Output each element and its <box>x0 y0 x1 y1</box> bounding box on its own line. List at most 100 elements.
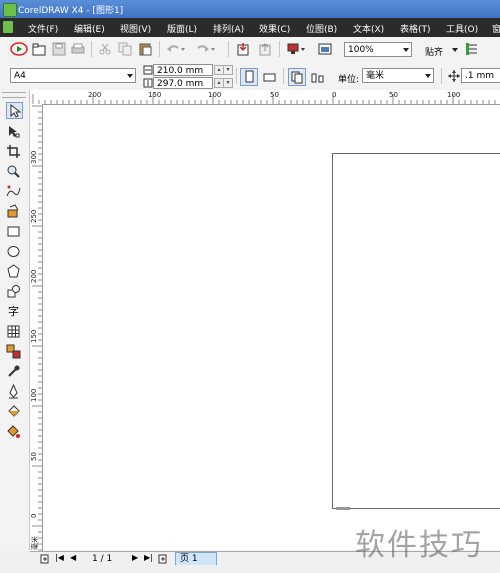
menu-file[interactable]: 文件(F) <box>28 22 58 35</box>
toolbox-grip[interactable] <box>2 92 26 98</box>
new-document-button[interactable] <box>10 40 28 58</box>
ellipse-tool[interactable] <box>6 244 21 259</box>
toolbox: 字 <box>0 90 30 551</box>
page-width-input[interactable]: 210.0 mm <box>153 64 213 76</box>
scissors-icon <box>99 43 111 55</box>
watermark-text: 软件技巧 <box>355 528 483 563</box>
interactive-blend-tool[interactable] <box>6 344 21 359</box>
portrait-button[interactable] <box>240 68 258 86</box>
paste-button[interactable] <box>138 42 152 56</box>
application-launcher-button[interactable] <box>287 42 307 56</box>
interactive-fill-tool[interactable] <box>6 424 21 439</box>
snap-dropdown-icon[interactable] <box>452 48 458 52</box>
menu-tools[interactable]: 工具(O) <box>446 22 478 35</box>
rectangle-tool[interactable] <box>6 224 21 239</box>
export-button[interactable] <box>258 42 272 56</box>
polygon-tool[interactable] <box>6 264 21 279</box>
pick-tool[interactable] <box>6 102 23 119</box>
page-shadow <box>336 507 350 510</box>
menu-text[interactable]: 文本(X) <box>353 22 384 35</box>
first-page-button[interactable]: |◀ <box>55 553 64 562</box>
undo-button[interactable] <box>166 42 186 56</box>
zoom-level-select[interactable]: 100% <box>344 42 412 57</box>
separator <box>91 41 92 57</box>
outline-tool[interactable] <box>6 383 21 399</box>
basic-shapes-tool[interactable] <box>6 284 21 299</box>
printer-icon <box>71 43 85 54</box>
nudge-distance-input[interactable]: .1 mm <box>461 68 500 83</box>
current-page-icon <box>311 73 324 83</box>
ruler-label: 100 <box>208 91 222 99</box>
text-tool[interactable]: 字 <box>6 304 21 319</box>
fill-tool[interactable] <box>6 404 21 419</box>
all-pages-button[interactable] <box>288 68 306 86</box>
title-bar: CorelDRAW X4 - [图形1] <box>0 0 500 18</box>
page-height-spinner-down[interactable]: ▾ <box>223 78 233 88</box>
table-tool[interactable] <box>6 324 21 339</box>
ruler-label: 150 <box>148 91 162 99</box>
crop-tool[interactable] <box>6 144 21 159</box>
freehand-tool[interactable] <box>6 184 21 199</box>
document-icon[interactable] <box>3 21 13 33</box>
cut-button[interactable] <box>98 42 112 56</box>
units-select[interactable]: 毫米 <box>362 68 434 83</box>
open-button[interactable] <box>32 42 46 56</box>
welcome-screen-icon <box>318 43 332 55</box>
text-tool-icon: 字 <box>8 305 19 318</box>
property-bar: A4 210.0 mm ▴ ▾ 297.0 mm ▴ ▾ 单位: 毫米 .1 m… <box>0 62 500 91</box>
next-page-button[interactable]: ▶ <box>132 553 138 562</box>
add-page-before-button[interactable] <box>40 554 50 564</box>
chevron-down-icon <box>127 74 133 78</box>
separator <box>159 41 160 57</box>
options-button[interactable] <box>465 42 479 56</box>
menu-edit[interactable]: 编辑(E) <box>74 22 105 35</box>
paper-type-select[interactable]: A4 <box>10 68 136 83</box>
page-height-input[interactable]: 297.0 mm <box>153 77 213 89</box>
menu-window[interactable]: 窗 <box>492 22 500 35</box>
shape-tool[interactable] <box>6 124 21 139</box>
interactive-fill-icon <box>7 425 20 438</box>
menu-table[interactable]: 表格(T) <box>400 22 431 35</box>
previous-page-button[interactable]: ◀ <box>70 553 76 562</box>
snap-to-label[interactable]: 贴齐 <box>425 45 443 58</box>
menu-arrange[interactable]: 排列(A) <box>213 22 244 35</box>
add-page-after-button[interactable] <box>158 554 168 564</box>
ruler-label: 0 <box>30 513 38 518</box>
menu-layout[interactable]: 版面(L) <box>167 22 197 35</box>
vertical-ruler[interactable]: 300 250 200 150 100 50 0 毫米 <box>30 104 43 551</box>
page-tab[interactable]: 页 1 <box>175 552 217 566</box>
menu-effects[interactable]: 效果(C) <box>259 22 290 35</box>
page-width-spinner-down[interactable]: ▾ <box>223 65 233 75</box>
import-button[interactable] <box>236 42 250 56</box>
redo-button[interactable] <box>196 42 216 56</box>
magnifier-icon <box>7 165 20 178</box>
welcome-screen-button[interactable] <box>318 42 332 56</box>
menu-bitmaps[interactable]: 位图(B) <box>306 22 337 35</box>
page-width-icon <box>143 65 153 75</box>
eyedropper-tool[interactable] <box>6 364 21 379</box>
smart-fill-tool[interactable] <box>6 204 21 219</box>
ellipse-icon <box>7 246 20 257</box>
blend-icon <box>6 344 21 359</box>
zoom-tool[interactable] <box>6 164 21 179</box>
print-button[interactable] <box>71 42 85 56</box>
open-folder-icon <box>32 43 46 56</box>
menu-view[interactable]: 视图(V) <box>120 22 151 35</box>
portrait-page-icon <box>245 70 254 83</box>
last-page-button[interactable]: ▶| <box>144 553 153 562</box>
table-grid-icon <box>7 325 20 338</box>
ruler-label: 50 <box>30 452 38 461</box>
copy-icon <box>118 42 132 56</box>
save-button[interactable] <box>52 42 66 56</box>
page-border[interactable] <box>332 153 500 509</box>
ruler-label: 200 <box>30 269 38 283</box>
copy-button[interactable] <box>118 42 132 56</box>
landscape-button[interactable] <box>262 69 278 85</box>
basic-shapes-icon <box>7 285 20 298</box>
current-page-button[interactable] <box>310 69 326 85</box>
ruler-label: 50 <box>389 91 398 99</box>
window-title: CorelDRAW X4 - [图形1] <box>18 6 124 16</box>
undo-arrow-icon <box>167 45 185 52</box>
horizontal-ruler[interactable]: 200 150 100 50 0 50 100 <box>30 90 500 105</box>
landscape-page-icon <box>263 73 276 82</box>
